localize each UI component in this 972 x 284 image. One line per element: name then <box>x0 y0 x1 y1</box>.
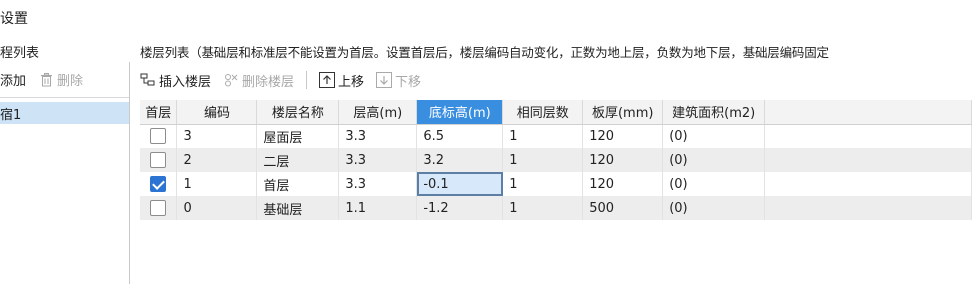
cell-filler <box>764 196 972 220</box>
insert-floor-label: 插入楼层 <box>159 74 212 90</box>
project-list-panel: 添加 删除 宿1 <box>0 62 130 284</box>
col-header-filler <box>764 100 972 125</box>
project-list-toolbar: 添加 删除 <box>0 62 129 98</box>
floor-table: 首层 编码 楼层名称 层高(m) 底标高(m) 相同层数 板厚(mm) 建筑面积… <box>140 100 972 220</box>
arrow-down-icon <box>376 72 393 88</box>
cell-area[interactable]: (0) <box>662 148 766 172</box>
cell-height[interactable]: 3.3 <box>338 148 418 172</box>
insert-floor-icon <box>140 73 155 86</box>
cell-same[interactable]: 1 <box>502 172 584 196</box>
move-up-label: 上移 <box>338 74 365 90</box>
cell-filler <box>764 172 972 196</box>
cell-code[interactable]: 0 <box>176 196 258 220</box>
cell-name[interactable]: 二层 <box>256 148 340 172</box>
cell-area[interactable]: (0) <box>662 196 766 220</box>
insert-floor-button[interactable]: 插入楼层 <box>140 71 211 90</box>
cell-base[interactable]: 6.5 <box>416 124 504 148</box>
table-row[interactable]: 1 首层 3.3 -0.1 1 120 (0) <box>140 172 972 196</box>
toolbar-separator <box>306 71 308 89</box>
delete-floor-label: 删除楼层 <box>242 74 295 90</box>
move-up-button[interactable]: 上移 <box>319 71 364 90</box>
cell-same[interactable]: 1 <box>502 124 584 148</box>
table-row[interactable]: 0 基础层 1.1 -1.2 1 500 (0) <box>140 196 972 220</box>
delete-project-button[interactable]: 删除 <box>40 70 83 89</box>
cell-area[interactable]: (0) <box>662 124 766 148</box>
cell-height[interactable]: 3.3 <box>338 124 418 148</box>
col-header-same-count[interactable]: 相同层数 <box>502 100 584 125</box>
add-label: 添加 <box>0 74 27 89</box>
col-header-thickness[interactable]: 板厚(mm) <box>582 100 664 125</box>
dialog-title: 设置 <box>0 11 28 27</box>
delete-floor-icon <box>225 74 238 87</box>
add-project-button[interactable]: 添加 <box>0 70 26 89</box>
cell-thickness[interactable]: 120 <box>582 124 664 148</box>
cell-height[interactable]: 1.1 <box>338 196 418 220</box>
trash-icon <box>41 72 53 86</box>
cell-code[interactable]: 3 <box>176 124 258 148</box>
floor-toolbar: 插入楼层 删除楼层 上移 下移 <box>140 66 433 94</box>
project-list-item[interactable]: 宿1 <box>0 102 129 124</box>
col-header-code[interactable]: 编码 <box>176 100 258 125</box>
project-item-label: 宿1 <box>0 107 22 123</box>
table-row[interactable]: 3 屋面层 3.3 6.5 1 120 (0) <box>140 124 972 148</box>
first-floor-checkbox-cell[interactable] <box>140 172 178 196</box>
first-floor-checkbox[interactable] <box>150 200 167 216</box>
col-header-first[interactable]: 首层 <box>140 100 178 125</box>
cell-code[interactable]: 1 <box>176 172 258 196</box>
first-floor-checkbox-cell[interactable] <box>140 148 178 172</box>
first-floor-checkbox-cell[interactable] <box>140 196 178 220</box>
cell-base[interactable]: 3.2 <box>416 148 504 172</box>
table-row[interactable]: 2 二层 3.3 3.2 1 120 (0) <box>140 148 972 172</box>
cell-area[interactable]: (0) <box>662 172 766 196</box>
cell-same[interactable]: 1 <box>502 196 584 220</box>
cell-same[interactable]: 1 <box>502 148 584 172</box>
delete-floor-button[interactable]: 删除楼层 <box>223 71 294 90</box>
move-down-button[interactable]: 下移 <box>376 71 421 90</box>
cell-base-selected[interactable]: -0.1 <box>416 172 504 196</box>
cell-name[interactable]: 首层 <box>256 172 340 196</box>
first-floor-checkbox-checked[interactable] <box>150 176 167 192</box>
move-down-label: 下移 <box>395 74 422 90</box>
cell-thickness[interactable]: 120 <box>582 148 664 172</box>
col-header-base-elevation[interactable]: 底标高(m) <box>416 100 504 125</box>
cell-thickness[interactable]: 120 <box>582 172 664 196</box>
cell-filler <box>764 124 972 148</box>
cell-code[interactable]: 2 <box>176 148 258 172</box>
cell-base[interactable]: -1.2 <box>416 196 504 220</box>
cell-name[interactable]: 屋面层 <box>256 124 340 148</box>
delete-label: 删除 <box>57 74 84 89</box>
cell-name[interactable]: 基础层 <box>256 196 340 220</box>
table-header-row: 首层 编码 楼层名称 层高(m) 底标高(m) 相同层数 板厚(mm) 建筑面积… <box>140 100 972 125</box>
col-header-name[interactable]: 楼层名称 <box>256 100 340 125</box>
floor-list-header: 楼层列表（基础层和标准层不能设置为首层。设置首层后，楼层编码自动变化，正数为地上… <box>140 45 829 60</box>
cell-height[interactable]: 3.3 <box>338 172 418 196</box>
col-header-height[interactable]: 层高(m) <box>338 100 418 125</box>
arrow-up-icon <box>319 72 336 88</box>
first-floor-checkbox[interactable] <box>150 152 167 168</box>
project-list-header: 程列表 <box>0 46 40 61</box>
first-floor-checkbox[interactable] <box>150 128 167 145</box>
cell-thickness[interactable]: 500 <box>582 196 664 220</box>
cell-filler <box>764 148 972 172</box>
col-header-area[interactable]: 建筑面积(m2) <box>662 100 766 125</box>
first-floor-checkbox-cell[interactable] <box>140 124 178 148</box>
